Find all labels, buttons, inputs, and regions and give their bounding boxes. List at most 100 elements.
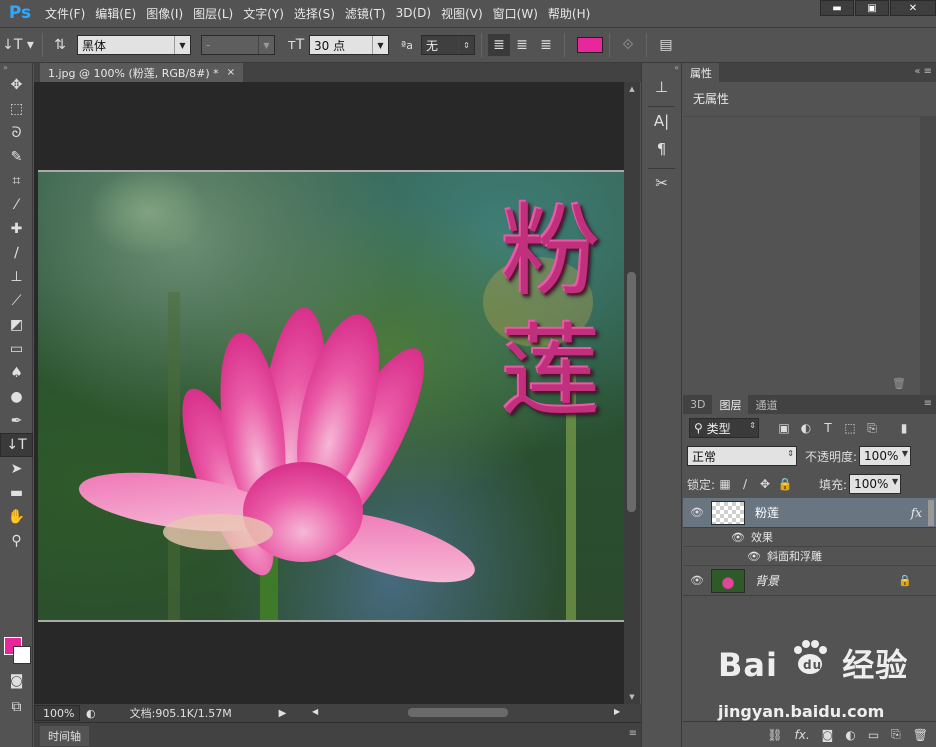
gradient-tool-icon[interactable]: ▭ bbox=[0, 337, 33, 361]
menu-filter[interactable]: 滤镜(T) bbox=[340, 5, 391, 22]
layer-name[interactable]: 背景 bbox=[755, 572, 779, 589]
tab-3d[interactable]: 3D bbox=[683, 395, 712, 414]
screen-mode-icon[interactable]: ⧉ bbox=[0, 695, 33, 719]
link-layers-icon[interactable]: ⛓ bbox=[767, 728, 782, 742]
zoom-level-field[interactable]: 100% bbox=[34, 705, 80, 721]
align-right-icon[interactable]: ≣ bbox=[534, 37, 558, 53]
type-tool-icon[interactable]: ↓T bbox=[0, 433, 33, 457]
warp-text-icon[interactable]: ⟐ bbox=[616, 37, 640, 53]
filter-kind-select[interactable]: ⚲ 类型 ⇕ bbox=[689, 418, 759, 438]
menu-3d[interactable]: 3D(D) bbox=[391, 6, 436, 20]
history-panel-icon[interactable]: ⊥ bbox=[642, 73, 681, 101]
minimize-button[interactable]: ▬ bbox=[820, 0, 854, 16]
menu-layer[interactable]: 图层(L) bbox=[188, 5, 238, 22]
visibility-eye-icon[interactable]: 👁 bbox=[683, 574, 711, 587]
tab-channels[interactable]: 通道 bbox=[748, 395, 784, 414]
text-color-swatch[interactable] bbox=[577, 37, 603, 53]
panel-grip[interactable]: » bbox=[0, 63, 32, 73]
new-group-icon[interactable]: ▭ bbox=[868, 728, 879, 742]
lock-position-icon[interactable]: ✥ bbox=[755, 477, 775, 491]
status-menu-arrow-icon[interactable]: ▶ bbox=[279, 708, 287, 719]
pen-tool-icon[interactable]: ✒ bbox=[0, 409, 33, 433]
shape-tool-icon[interactable]: ▬ bbox=[0, 481, 33, 505]
scroll-up-icon[interactable]: ▲ bbox=[624, 85, 640, 93]
antialias-select[interactable]: 无 ⇕ bbox=[421, 35, 475, 55]
visibility-eye-icon[interactable]: 👁 bbox=[731, 531, 745, 544]
menu-select[interactable]: 选择(S) bbox=[289, 5, 340, 22]
zoom-tool-icon[interactable]: ⚲ bbox=[0, 529, 33, 553]
tool-presets-icon[interactable]: ✂ bbox=[642, 169, 681, 197]
menu-image[interactable]: 图像(I) bbox=[141, 5, 188, 22]
layers-scrollbar[interactable] bbox=[928, 500, 934, 526]
filter-type-icon[interactable]: T bbox=[817, 418, 839, 438]
lock-pixels-icon[interactable]: ∕ bbox=[735, 477, 755, 491]
properties-scrollbar[interactable] bbox=[920, 116, 936, 406]
lock-all-icon[interactable]: 🔒 bbox=[775, 477, 795, 491]
text-orientation-icon[interactable]: ⇅ bbox=[49, 37, 71, 53]
panel-menu-icon[interactable]: ≡ bbox=[629, 728, 637, 739]
lasso-tool-icon[interactable]: ᘐ bbox=[0, 121, 33, 145]
lock-transparent-icon[interactable]: ▦ bbox=[715, 477, 735, 491]
paragraph-panel-icon[interactable]: ¶ bbox=[642, 135, 681, 163]
menu-type[interactable]: 文字(Y) bbox=[238, 5, 289, 22]
history-brush-tool-icon[interactable]: ⟋ bbox=[0, 289, 33, 313]
layer-row-text[interactable]: 👁 粉莲 fx bbox=[683, 498, 936, 528]
filter-adjustment-icon[interactable]: ◐ bbox=[795, 418, 817, 438]
menu-view[interactable]: 视图(V) bbox=[436, 5, 488, 22]
background-color-swatch[interactable] bbox=[13, 646, 31, 664]
effect-item-row[interactable]: 👁 斜面和浮雕 bbox=[683, 547, 936, 566]
align-left-icon[interactable]: ≣ bbox=[488, 34, 510, 56]
filter-pixel-icon[interactable]: ▣ bbox=[773, 418, 795, 438]
filter-toggle-icon[interactable]: ▮ bbox=[893, 418, 915, 438]
character-panel-icon[interactable]: A| bbox=[642, 107, 681, 135]
crop-tool-icon[interactable]: ⌗ bbox=[0, 169, 33, 193]
tab-properties[interactable]: 属性 bbox=[683, 63, 719, 82]
eyedropper-tool-icon[interactable]: ⁄ bbox=[0, 193, 33, 217]
scroll-right-icon[interactable]: ▶ bbox=[614, 707, 620, 716]
horizontal-scrollbar[interactable]: ◀ ▶ bbox=[312, 707, 624, 719]
font-style-select[interactable]: - ▼ bbox=[201, 35, 275, 55]
move-tool-icon[interactable]: ✥ bbox=[0, 73, 33, 97]
canvas-area[interactable]: 粉 莲 bbox=[34, 82, 624, 704]
scroll-left-icon[interactable]: ◀ bbox=[312, 707, 318, 716]
menu-window[interactable]: 窗口(W) bbox=[488, 5, 543, 22]
status-info-icon[interactable]: ◐ bbox=[86, 707, 96, 720]
font-family-select[interactable]: 黑体 ▼ bbox=[77, 35, 191, 55]
panel-grip[interactable]: « bbox=[642, 63, 681, 73]
document-tab[interactable]: 1.jpg @ 100% (粉莲, RGB/8#) * × bbox=[40, 63, 244, 82]
type-tool-preset-icon[interactable]: ↓T ▾ bbox=[0, 37, 36, 53]
blend-mode-select[interactable]: 正常 ⇕ bbox=[687, 446, 797, 466]
delete-layer-icon[interactable]: 🗑 bbox=[913, 728, 928, 742]
panel-menu-icon[interactable]: « ≡ bbox=[914, 66, 932, 77]
vertical-scrollbar[interactable]: ▲ ▼ bbox=[624, 82, 640, 704]
quick-mask-icon[interactable]: ◙ bbox=[0, 669, 33, 693]
close-button[interactable]: ✕ bbox=[890, 0, 936, 16]
restore-button[interactable]: ▣ bbox=[855, 0, 889, 16]
fx-badge[interactable]: fx bbox=[911, 506, 922, 520]
opacity-field[interactable]: 100% ▼ bbox=[859, 446, 912, 466]
quick-select-tool-icon[interactable]: ✎ bbox=[0, 145, 33, 169]
layer-name[interactable]: 粉莲 bbox=[755, 504, 779, 521]
menu-edit[interactable]: 编辑(E) bbox=[90, 5, 141, 22]
stamp-tool-icon[interactable]: ⊥ bbox=[0, 265, 33, 289]
lotus-text-layer[interactable]: 粉 莲 bbox=[486, 192, 616, 432]
filter-shape-icon[interactable]: ⬚ bbox=[839, 418, 861, 438]
brush-tool-icon[interactable]: ∕ bbox=[0, 241, 33, 265]
panel-menu-icon[interactable]: ≡ bbox=[924, 398, 932, 409]
healing-brush-tool-icon[interactable]: ✚ bbox=[0, 217, 33, 241]
add-style-icon[interactable]: fx. bbox=[795, 728, 810, 742]
font-size-select[interactable]: 30 点 ▼ bbox=[309, 35, 389, 55]
dodge-tool-icon[interactable]: ● bbox=[0, 385, 33, 409]
visibility-eye-icon[interactable]: 👁 bbox=[747, 550, 761, 563]
fill-field[interactable]: 100% ▼ bbox=[849, 474, 902, 494]
character-panel-icon[interactable]: ▤ bbox=[653, 37, 679, 53]
hand-tool-icon[interactable]: ✋ bbox=[0, 505, 33, 529]
scroll-thumb[interactable] bbox=[408, 708, 508, 717]
align-center-icon[interactable]: ≣ bbox=[510, 37, 534, 53]
eraser-tool-icon[interactable]: ◩ bbox=[0, 313, 33, 337]
scroll-down-icon[interactable]: ▼ bbox=[624, 693, 640, 701]
scroll-thumb[interactable] bbox=[627, 272, 636, 512]
timeline-tab[interactable]: 时间轴 bbox=[40, 726, 89, 746]
effects-row[interactable]: 👁 效果 bbox=[683, 528, 936, 547]
trash-icon[interactable]: 🗑 bbox=[892, 377, 906, 390]
